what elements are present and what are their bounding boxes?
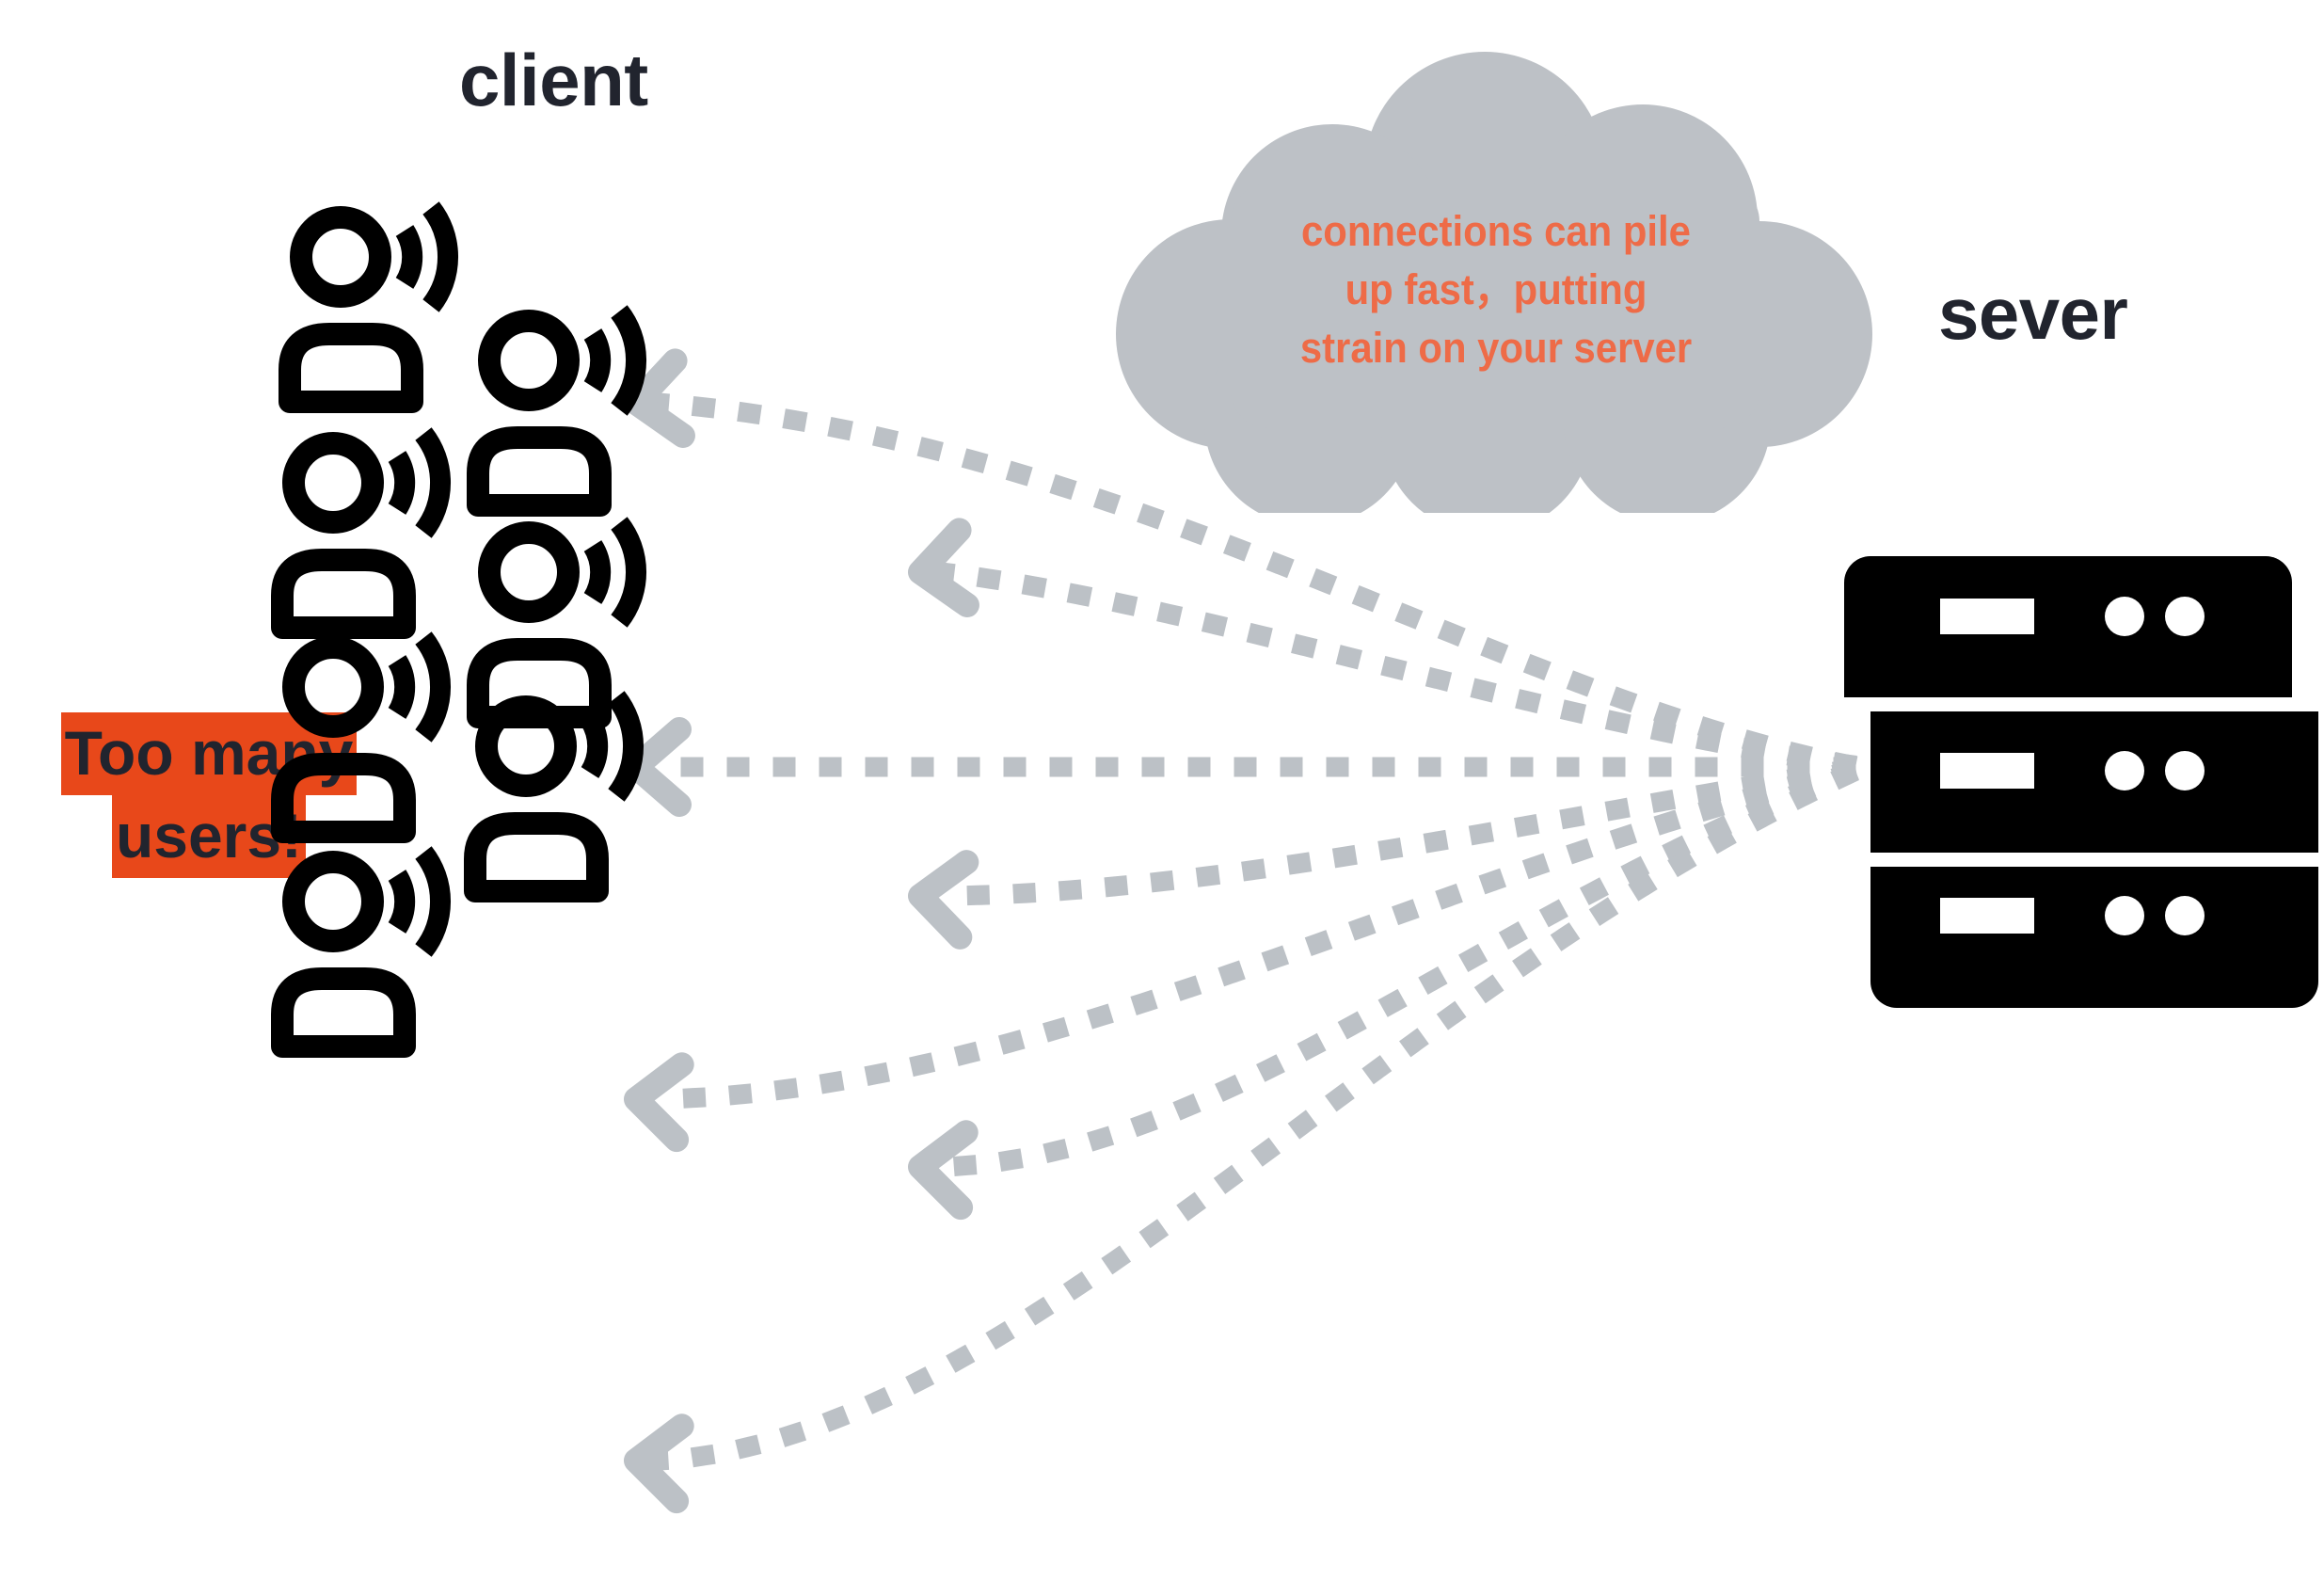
server-led-icon [2105, 896, 2144, 935]
server-unit-2 [1870, 711, 2318, 853]
server-led-icon [2105, 597, 2144, 636]
server-rack-icon[interactable] [0, 0, 2324, 1581]
server-slot-icon [1940, 753, 2034, 789]
server-unit-3 [1870, 867, 2318, 1008]
server-led-icon [2165, 896, 2205, 935]
server-slot-icon [1940, 599, 2034, 634]
server-led-icon [2165, 751, 2205, 790]
server-led-icon [2105, 751, 2144, 790]
server-slot-icon [1940, 898, 2034, 934]
diagram-canvas: connections can pile up fast，putting str… [0, 0, 2324, 1581]
server-led-icon [2165, 597, 2205, 636]
server-unit-1 [1844, 556, 2292, 697]
